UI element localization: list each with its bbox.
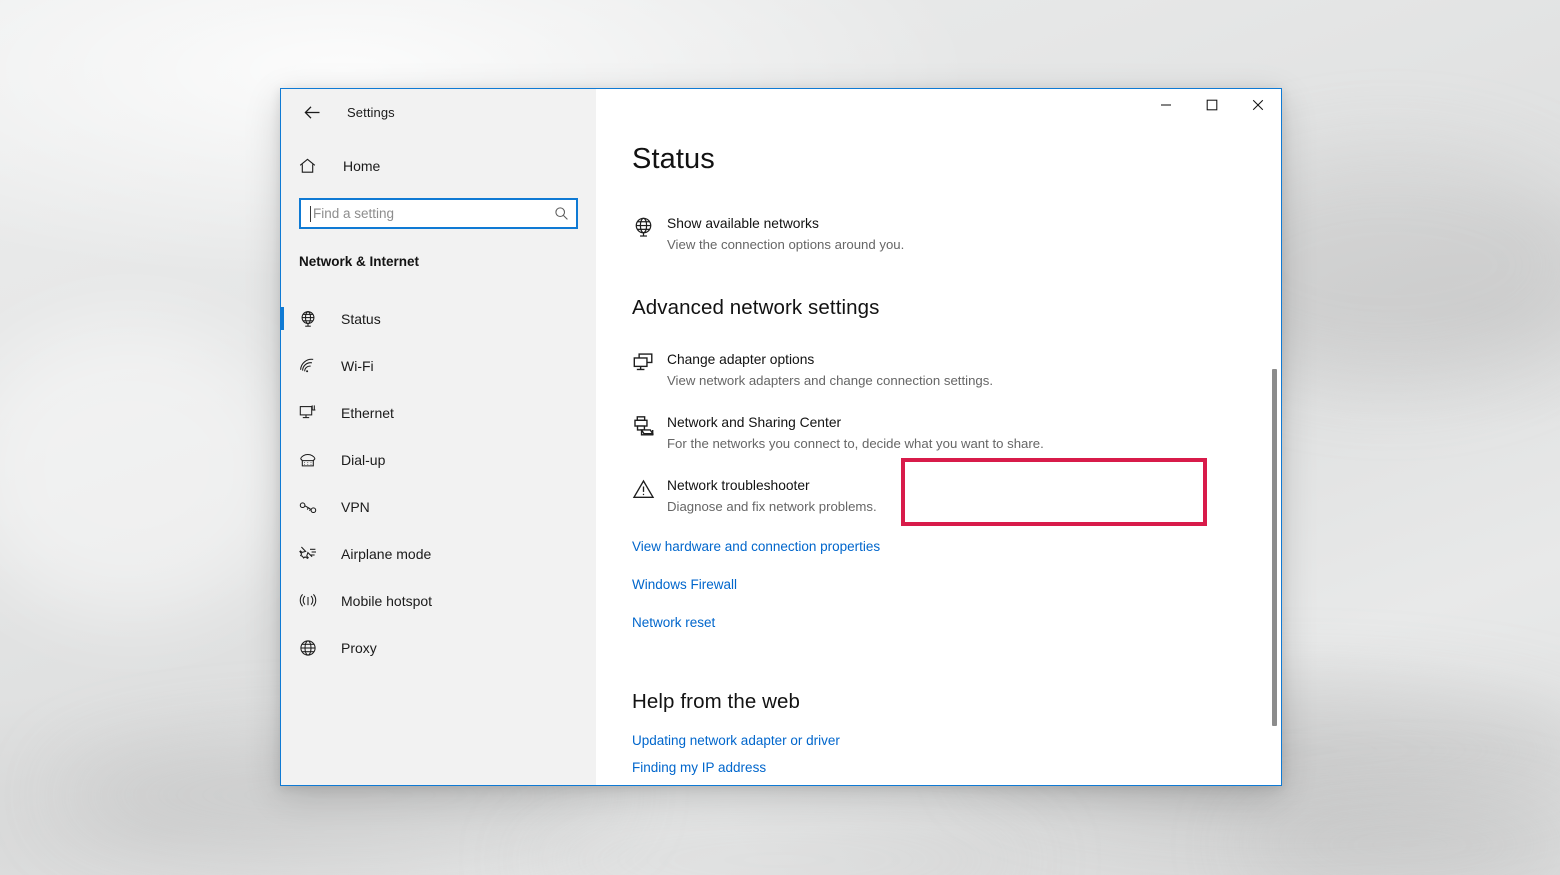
entry-subtitle: Diagnose and fix network problems.	[667, 499, 877, 514]
sidebar-nav-list: Status Wi-Fi Ethernet Dial-up VPN Airpla…	[281, 295, 596, 671]
warning-triangle-icon	[632, 476, 663, 501]
change-adapter-options-entry[interactable]: Change adapter options View network adap…	[632, 350, 1281, 390]
help-from-web-heading: Help from the web	[632, 690, 801, 713]
sidebar-item-label: Status	[341, 310, 381, 327]
entry-title: Network and Sharing Center	[667, 415, 842, 430]
network-troubleshooter-entry[interactable]: Network troubleshooter Diagnose and fix …	[632, 476, 1281, 516]
content-scroll-area: Status Show available networks View the …	[596, 89, 1281, 777]
entry-text: Network and Sharing Center For the netwo…	[667, 413, 1044, 453]
airplane-icon	[299, 545, 325, 563]
sidebar-item-proxy[interactable]: Proxy	[281, 624, 596, 671]
link-network-reset[interactable]: Network reset	[632, 614, 1281, 632]
sidebar-item-label: VPN	[341, 498, 370, 515]
settings-window: Settings Home Find a setting Network & I…	[280, 88, 1282, 786]
window-body: Settings Home Find a setting Network & I…	[281, 89, 1281, 785]
sidebar-item-status[interactable]: Status	[281, 295, 596, 342]
sidebar-item-label: Home	[343, 158, 381, 174]
maximize-button[interactable]	[1189, 89, 1235, 121]
content-scrollbar[interactable]	[1268, 89, 1280, 785]
entry-title: Show available networks	[667, 216, 819, 231]
globe-monitor-icon	[299, 310, 325, 328]
network-sharing-center-entry[interactable]: Network and Sharing Center For the netwo…	[632, 413, 1281, 453]
sidebar-item-home[interactable]: Home	[281, 147, 596, 185]
settings-sidebar: Settings Home Find a setting Network & I…	[281, 89, 596, 785]
sidebar-item-label: Airplane mode	[341, 545, 432, 562]
link-view-hardware-and-connection-properties[interactable]: View hardware and connection properties	[632, 538, 1281, 556]
hotspot-icon	[299, 593, 325, 609]
sidebar-category-heading: Network & Internet	[299, 254, 420, 269]
entry-title: Change adapter options	[667, 352, 815, 367]
page-title: Status	[632, 143, 715, 175]
entry-text: Network troubleshooter Diagnose and fix …	[667, 476, 877, 516]
globe-monitor-icon	[632, 214, 663, 239]
help-links-group: Updating network adapter or driver Findi…	[632, 732, 1281, 777]
sidebar-item-wifi[interactable]: Wi-Fi	[281, 342, 596, 389]
entry-text: Show available networks View the connect…	[667, 214, 904, 254]
vpn-key-icon	[299, 500, 325, 514]
sidebar-titlebar: Settings	[281, 89, 596, 135]
desktop-background: Settings Home Find a setting Network & I…	[0, 0, 1560, 875]
selection-indicator	[281, 307, 284, 330]
entry-subtitle: View the connection options around you.	[667, 237, 905, 252]
search-icon[interactable]	[554, 206, 569, 221]
sidebar-item-airplane-mode[interactable]: Airplane mode	[281, 530, 596, 577]
settings-content-pane: Status Show available networks View the …	[596, 89, 1281, 785]
share-printer-folder-icon	[632, 413, 663, 438]
wifi-icon	[299, 358, 325, 374]
sidebar-item-ethernet[interactable]: Ethernet	[281, 389, 596, 436]
sidebar-item-label: Ethernet	[341, 404, 394, 421]
sidebar-item-mobile-hotspot[interactable]: Mobile hotspot	[281, 577, 596, 624]
wallpaper-blur-band	[520, 820, 1040, 875]
entry-subtitle: For the networks you connect to, decide …	[667, 436, 1044, 451]
entry-title: Network troubleshooter	[667, 478, 810, 493]
home-icon	[299, 158, 329, 174]
show-available-networks-entry[interactable]: Show available networks View the connect…	[632, 214, 1281, 254]
advanced-links-group: View hardware and connection properties …	[632, 538, 1281, 632]
link-finding-my-ip-address[interactable]: Finding my IP address	[632, 759, 1281, 777]
wallpaper-blur-band	[0, 320, 300, 620]
minimize-button[interactable]	[1143, 89, 1189, 121]
dialup-phone-icon	[299, 452, 325, 468]
sidebar-item-label: Mobile hotspot	[341, 592, 433, 609]
sidebar-item-label: Dial-up	[341, 451, 386, 468]
ethernet-icon	[299, 404, 325, 421]
window-controls	[1143, 89, 1281, 133]
text-caret	[310, 206, 311, 222]
proxy-globe-icon	[299, 639, 325, 657]
entry-subtitle: View network adapters and change connect…	[667, 373, 993, 388]
sidebar-item-label: Wi-Fi	[341, 357, 374, 374]
search-box[interactable]	[299, 198, 578, 229]
back-arrow-icon[interactable]	[297, 98, 327, 126]
advanced-settings-heading: Advanced network settings	[632, 296, 880, 319]
entry-text: Change adapter options View network adap…	[667, 350, 993, 390]
sidebar-item-label: Proxy	[341, 639, 377, 656]
sidebar-item-dial-up[interactable]: Dial-up	[281, 436, 596, 483]
sidebar-item-vpn[interactable]: VPN	[281, 483, 596, 530]
app-title: Settings	[347, 104, 395, 120]
link-windows-firewall[interactable]: Windows Firewall	[632, 576, 1281, 594]
search-input[interactable]	[310, 206, 554, 221]
link-updating-network-adapter-or-driver[interactable]: Updating network adapter or driver	[632, 732, 1281, 750]
scrollbar-thumb[interactable]	[1272, 369, 1277, 726]
monitors-icon	[632, 350, 663, 375]
wallpaper-blur-band	[1240, 800, 1560, 875]
